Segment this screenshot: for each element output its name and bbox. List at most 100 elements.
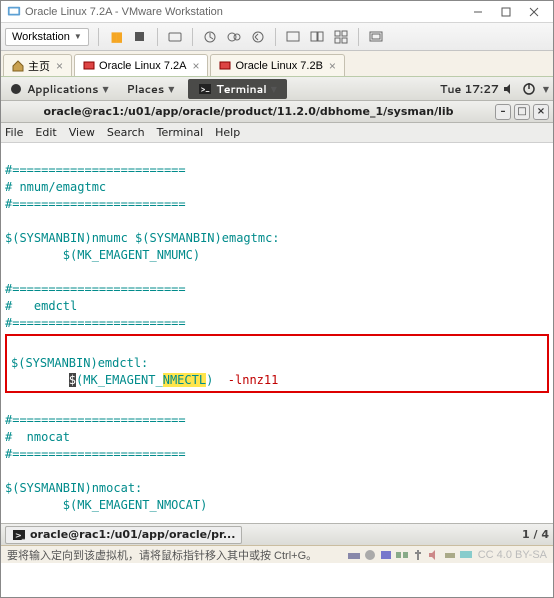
code-line: #======================== <box>5 447 186 461</box>
floppy-icon[interactable] <box>379 549 393 561</box>
menu-view[interactable]: View <box>69 126 95 139</box>
menu-help[interactable]: Help <box>215 126 240 139</box>
divider <box>275 28 276 46</box>
close-icon[interactable]: × <box>56 59 63 73</box>
tab-vm-a-label: Oracle Linux 7.2A <box>99 60 186 72</box>
host-window-titlebar: Oracle Linux 7.2A - VMware Workstation <box>1 1 553 23</box>
chevron-down-icon: ▼ <box>543 83 549 95</box>
code-line: # emdctl <box>5 299 77 313</box>
divider <box>157 28 158 46</box>
clock[interactable]: Tue 17:27 <box>440 81 499 97</box>
divider <box>358 28 359 46</box>
active-app-label: Terminal <box>216 81 266 97</box>
workspace-indicator[interactable]: 1 / 4 <box>522 528 549 541</box>
revert-button[interactable] <box>248 27 268 47</box>
search-highlight: NMECTL <box>163 373 206 387</box>
edited-text: -lnnz11 <box>213 373 278 387</box>
usb-icon[interactable] <box>411 549 425 561</box>
taskbar-item-terminal[interactable]: >_ oracle@rac1:/u01/app/oracle/pr... <box>5 526 242 544</box>
terminal-output[interactable]: #======================== # nmum/emagtmc… <box>1 143 553 523</box>
fullscreen-button[interactable] <box>283 27 303 47</box>
text-cursor: $ <box>69 373 76 387</box>
svg-text:>_: >_ <box>201 83 210 95</box>
network-icon[interactable] <box>395 549 409 561</box>
code-line: $(SYSMANBIN)nmocat: <box>5 481 142 495</box>
snapshot-button[interactable] <box>200 27 220 47</box>
vm-icon <box>219 60 231 72</box>
hdd-icon[interactable] <box>347 549 361 561</box>
stop-button[interactable] <box>130 27 150 47</box>
printer-icon[interactable] <box>443 549 457 561</box>
sound-icon[interactable] <box>427 549 441 561</box>
volume-icon[interactable] <box>502 82 516 96</box>
chevron-down-icon: ▼ <box>271 83 277 95</box>
status-message: 要将输入定向到该虚拟机，请将鼠标指针移入其中或按 Ctrl+G。 <box>7 547 346 563</box>
chevron-down-icon: ▼ <box>102 83 108 95</box>
tab-vm-b-label: Oracle Linux 7.2B <box>235 60 322 72</box>
divider <box>192 28 193 46</box>
vm-tab-strip: 主页 × Oracle Linux 7.2A × Oracle Linux 7.… <box>1 51 553 77</box>
term-maximize-button[interactable]: □ <box>514 104 530 120</box>
send-ctrl-alt-del-button[interactable] <box>165 27 185 47</box>
close-icon[interactable]: × <box>329 59 336 73</box>
menu-terminal[interactable]: Terminal <box>157 126 204 139</box>
host-window-title: Oracle Linux 7.2A - VMware Workstation <box>25 6 223 18</box>
chevron-down-icon: ▼ <box>74 32 82 41</box>
thumbnail-button[interactable] <box>331 27 351 47</box>
highlighted-region: $(SYSMANBIN)emdctl: $(MK_EMAGENT_NMECTL)… <box>5 334 549 393</box>
console-view-button[interactable] <box>366 27 386 47</box>
terminal-title: oracle@rac1:/u01/app/oracle/product/11.2… <box>5 105 492 118</box>
code-line: $(MK_EMAGENT_NMOCAT) <box>5 498 207 512</box>
applications-label: Applications <box>27 81 98 97</box>
tab-vm-b[interactable]: Oracle Linux 7.2B × <box>210 54 344 76</box>
places-label: Places <box>127 81 165 97</box>
display-icon[interactable] <box>459 549 473 561</box>
places-menu[interactable]: Places ▼ <box>123 81 179 97</box>
unity-button[interactable] <box>307 27 327 47</box>
snapshot-manager-button[interactable] <box>224 27 244 47</box>
active-app-indicator[interactable]: >_ Terminal ▼ <box>188 79 287 99</box>
workstation-menu[interactable]: Workstation ▼ <box>5 28 89 46</box>
menu-search[interactable]: Search <box>107 126 145 139</box>
vmware-logo-icon <box>7 5 21 19</box>
vmware-toolbar: Workstation ▼ ▮▮ <box>1 23 553 51</box>
chevron-down-icon: ▼ <box>168 83 174 95</box>
tab-vm-a[interactable]: Oracle Linux 7.2A × <box>74 54 208 76</box>
gnome-top-bar: Applications ▼ Places ▼ >_ Terminal ▼ Tu… <box>1 77 553 101</box>
vmware-status-bar: 要将输入定向到该虚拟机，请将鼠标指针移入其中或按 Ctrl+G。 CC 4.0 … <box>1 545 553 563</box>
cd-icon[interactable] <box>363 549 377 561</box>
gnome-foot-icon <box>9 82 23 96</box>
code-line: # nmum/emagtmc <box>5 180 106 194</box>
terminal-menubar: File Edit View Search Terminal Help <box>1 123 553 143</box>
svg-text:>_: >_ <box>15 531 26 540</box>
applications-menu[interactable]: Applications ▼ <box>5 81 113 97</box>
home-icon <box>12 60 24 72</box>
close-button[interactable] <box>521 3 547 21</box>
pause-button[interactable]: ▮▮ <box>106 27 126 47</box>
workstation-menu-label: Workstation <box>12 31 70 43</box>
divider <box>98 28 99 46</box>
code-line: $(MK_EMAGENT_NMUMC) <box>5 248 200 262</box>
code-line: #======================== <box>5 282 186 296</box>
tab-home-label: 主页 <box>28 58 50 74</box>
minimize-button[interactable] <box>465 3 491 21</box>
term-close-button[interactable]: × <box>533 104 549 120</box>
code-line: # nmocat <box>5 430 70 444</box>
code-line: #======================== <box>5 163 186 177</box>
tab-home[interactable]: 主页 × <box>3 54 72 76</box>
power-icon[interactable] <box>522 82 536 96</box>
code-line: #======================== <box>5 413 186 427</box>
term-minimize-button[interactable]: – <box>495 104 511 120</box>
terminal-icon: >_ <box>12 528 26 542</box>
close-icon[interactable]: × <box>192 59 199 73</box>
watermark: CC 4.0 BY-SA <box>478 549 547 561</box>
gnome-bottom-bar: >_ oracle@rac1:/u01/app/oracle/pr... 1 /… <box>1 523 553 545</box>
menu-edit[interactable]: Edit <box>35 126 56 139</box>
code-line: $(SYSMANBIN)nmumc $(SYSMANBIN)emagtmc: <box>5 231 280 245</box>
taskbar-item-label: oracle@rac1:/u01/app/oracle/pr... <box>30 528 235 541</box>
code-line: #======================== <box>5 197 186 211</box>
menu-file[interactable]: File <box>5 126 23 139</box>
code-line: #======================== <box>5 316 186 330</box>
terminal-titlebar: oracle@rac1:/u01/app/oracle/product/11.2… <box>1 101 553 123</box>
maximize-button[interactable] <box>493 3 519 21</box>
